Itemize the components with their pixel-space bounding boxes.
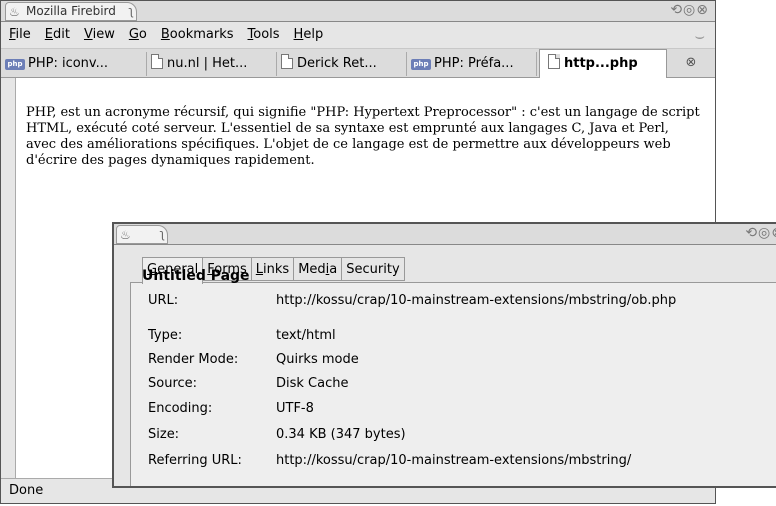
title-curl-icon: ʅ	[128, 4, 134, 18]
throbber-icon: ⌣	[694, 26, 705, 45]
title-bar[interactable]: ♨ Mozilla Firebird ʅ ⟲◎⊗	[1, 1, 715, 22]
menu-go[interactable]: Go	[122, 22, 154, 48]
tab-php-prefa[interactable]: php PHP: Préfa...	[407, 52, 537, 76]
close-tab-icon[interactable]: ⊗	[681, 54, 701, 72]
info-label: Type:	[148, 328, 183, 343]
info-value[interactable]: http://kossu/crap/10-mainstream-extensio…	[276, 453, 631, 468]
window-title: Mozilla Firebird	[26, 4, 116, 18]
tab-derick[interactable]: Derick Ret...	[277, 52, 407, 76]
info-value[interactable]: UTF-8	[276, 401, 314, 416]
info-value[interactable]: Disk Cache	[276, 376, 348, 391]
tab-label: PHP: iconv...	[28, 56, 108, 71]
menu-view[interactable]: View	[77, 22, 122, 48]
php-icon: php	[5, 59, 25, 70]
dialog-title-bar[interactable]: ♨ ʅ ⟲◎⊗	[114, 224, 776, 245]
tab-label: Derick Ret...	[297, 56, 377, 71]
tab-bar: php PHP: iconv... nu.nl | Het... Derick R…	[1, 49, 715, 78]
menu-go-label: o	[138, 27, 147, 42]
info-value[interactable]: Quirks mode	[276, 352, 359, 367]
menu-bookmarks-label: ookmarks	[169, 27, 234, 42]
menu-tools-label: ools	[253, 27, 280, 42]
tab-links[interactable]: Links	[251, 257, 295, 281]
page-icon	[548, 54, 560, 69]
tab-nu-nl[interactable]: nu.nl | Het...	[147, 52, 277, 76]
dialog-title-curl-icon: ʅ	[159, 227, 165, 241]
menu-help-accel: H	[293, 27, 304, 42]
menu-bar: File Edit View Go Bookmarks Tools Help ⌣	[1, 22, 715, 49]
info-label: Referring URL:	[148, 453, 242, 468]
tab-php-iconv[interactable]: php PHP: iconv...	[1, 52, 147, 76]
status-text: Done	[9, 483, 44, 498]
tab-label: http...php	[564, 56, 638, 71]
page-info-window: ♨ ʅ ⟲◎⊗ General Forms Links Media Securi…	[112, 222, 776, 488]
tab-security[interactable]: Security	[342, 257, 405, 281]
tab-media-label: a	[329, 262, 338, 277]
window-controls-icon[interactable]: ⟲◎⊗	[670, 2, 709, 18]
page-content-paragraph: PHP, est un acronyme récursif, qui signi…	[26, 105, 700, 168]
dialog-window-controls-icon[interactable]: ⟲◎⊗	[745, 225, 776, 241]
dialog-title-tab[interactable]: ♨ ʅ	[116, 225, 168, 244]
menu-help-label: elp	[303, 27, 324, 42]
tab-links-label: inks	[263, 262, 290, 277]
info-label: Render Mode:	[148, 352, 239, 367]
dialog-window-menu-icon[interactable]: ♨	[120, 227, 131, 244]
menu-edit-label: dit	[53, 27, 70, 42]
window-menu-icon[interactable]: ♨	[9, 4, 20, 21]
page-icon	[281, 54, 293, 69]
menu-edit-accel: E	[44, 27, 53, 42]
tab-links-accel: L	[255, 262, 264, 277]
tab-media-pre: Med	[298, 262, 326, 277]
menu-bookmarks-accel: B	[160, 27, 170, 42]
info-value[interactable]: text/html	[276, 328, 336, 343]
info-label: Source:	[148, 376, 198, 391]
info-value[interactable]: http://kossu/crap/10-mainstream-extensio…	[276, 293, 676, 308]
php-icon: php	[411, 59, 431, 70]
info-label: URL:	[148, 293, 179, 308]
page-icon	[151, 54, 163, 69]
menu-edit[interactable]: Edit	[38, 22, 77, 48]
tab-label: PHP: Préfa...	[434, 56, 514, 71]
menu-file[interactable]: File	[1, 22, 38, 48]
tab-label: nu.nl | Het...	[167, 56, 248, 71]
tab-active-http-php[interactable]: http...php	[539, 49, 667, 78]
menu-view-label: iew	[92, 27, 115, 42]
menu-go-accel: G	[128, 27, 139, 42]
menu-file-label: ile	[15, 27, 31, 42]
menu-tools[interactable]: Tools	[241, 22, 287, 48]
menu-help[interactable]: Help	[287, 22, 331, 48]
info-label: Size:	[148, 427, 180, 442]
info-value[interactable]: 0.34 KB (347 bytes)	[276, 427, 406, 442]
tab-media[interactable]: Media	[294, 257, 343, 281]
tab-security-label: Security	[346, 262, 400, 277]
info-label: Encoding:	[148, 401, 213, 416]
page-title: Untitled Page	[142, 268, 250, 284]
menu-view-accel: V	[83, 27, 93, 42]
menu-bookmarks[interactable]: Bookmarks	[154, 22, 241, 48]
window-title-tab[interactable]: ♨ Mozilla Firebird ʅ	[5, 2, 137, 21]
